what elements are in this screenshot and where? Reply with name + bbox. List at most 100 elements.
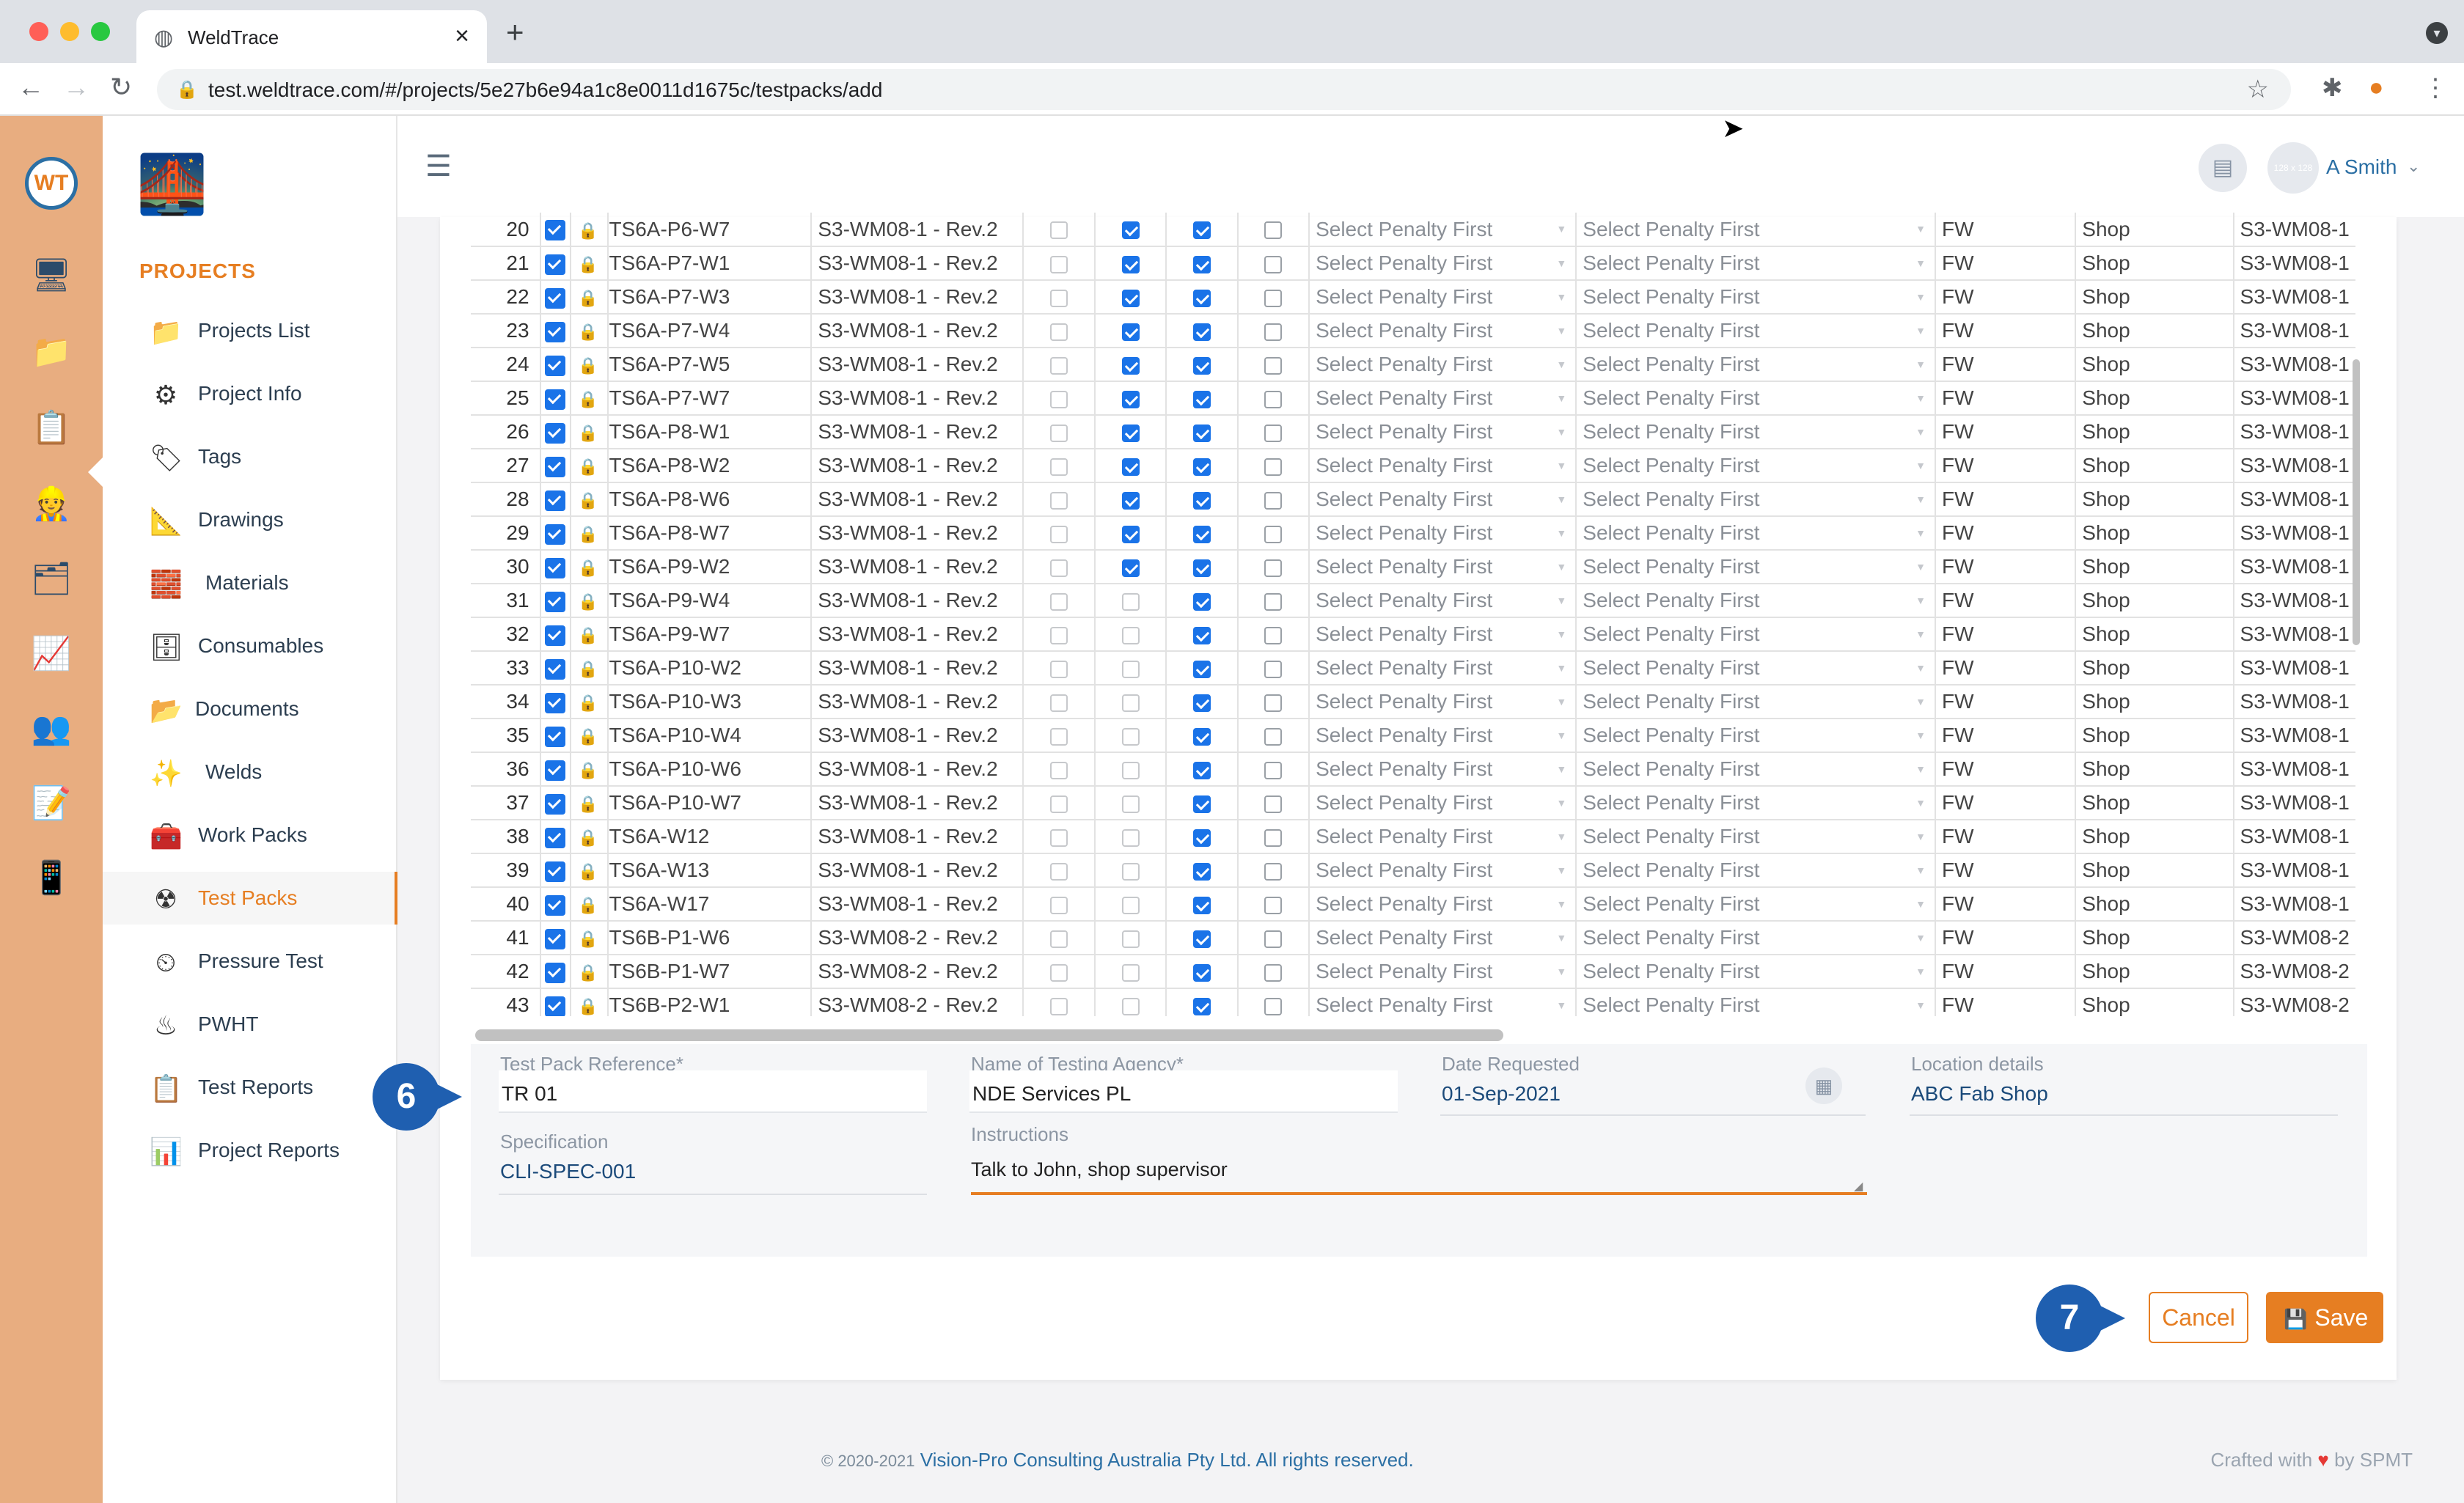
vertical-scrollbar[interactable] [2353,359,2360,645]
penalty-select-1[interactable]: Select Penalty First ▼ [1309,482,1577,517]
penalty-select-2[interactable]: Select Penalty First ▼ [1576,280,1936,315]
dashboard-icon[interactable]: 📈 [28,631,75,677]
instructions-textarea[interactable]: Talk to John, shop supervisor [971,1158,1228,1181]
sidebar-item-project-info[interactable]: ⚙ Project Info [103,367,397,420]
specification-value[interactable]: CLI-SPEC-001 [500,1160,636,1183]
option-3-checkbox[interactable] [1192,221,1211,240]
row-select-checkbox[interactable] [545,220,566,241]
penalty-select-1[interactable]: Select Penalty First ▼ [1309,213,1577,247]
back-icon[interactable]: ← [18,72,44,103]
table-row[interactable]: 41 🔒 TS6B-P1-W6 S3-WM08-2 - Rev.2 Select Pen… [471,921,2355,955]
forward-icon[interactable]: → [63,72,89,103]
row-select-checkbox[interactable] [545,962,566,983]
option-1-checkbox[interactable] [1050,626,1068,644]
clipboard-settings-icon[interactable]: 📋 [28,405,75,452]
option-4-checkbox[interactable] [1264,727,1283,746]
option-1-checkbox[interactable] [1050,828,1068,847]
close-window-button[interactable] [29,22,48,41]
row-select-checkbox[interactable] [545,658,566,680]
option-2-checkbox[interactable] [1121,694,1140,712]
penalty-select-2[interactable]: Select Penalty First ▼ [1576,550,1936,584]
option-3-checkbox[interactable] [1192,761,1211,779]
penalty-select-1[interactable]: Select Penalty First ▼ [1309,246,1577,281]
table-row[interactable]: 37 🔒 TS6A-P10-W7 S3-WM08-1 - Rev.2 Select Pe… [471,786,2355,820]
table-row[interactable]: 25 🔒 TS6A-P7-W7 S3-WM08-1 - Rev.2 Select Pen… [471,381,2355,416]
option-2-checkbox[interactable] [1121,289,1140,307]
option-2-checkbox[interactable] [1121,896,1140,914]
monitor-icon[interactable]: 🖥 [28,252,75,299]
option-1-checkbox[interactable] [1050,491,1068,510]
option-3-checkbox[interactable] [1192,559,1211,577]
penalty-select-2[interactable]: Select Penalty First ▼ [1576,921,1936,955]
option-4-checkbox[interactable] [1264,862,1283,881]
penalty-select-1[interactable]: Select Penalty First ▼ [1309,617,1577,652]
sidebar-item-pressure-test[interactable]: ⏲ Pressure Test [103,935,397,988]
penalty-select-1[interactable]: Select Penalty First ▼ [1309,415,1577,449]
option-4-checkbox[interactable] [1264,221,1283,240]
penalty-select-1[interactable]: Select Penalty First ▼ [1309,584,1577,618]
option-4-checkbox[interactable] [1264,761,1283,779]
penalty-select-2[interactable]: Select Penalty First ▼ [1576,213,1936,247]
table-row[interactable]: 24 🔒 TS6A-P7-W5 S3-WM08-1 - Rev.2 Select Pen… [471,348,2355,382]
sidebar-item-projects-list[interactable]: 📁 Projects List [103,304,397,357]
option-3-checkbox[interactable] [1192,694,1211,712]
option-2-checkbox[interactable] [1121,457,1140,476]
penalty-select-1[interactable]: Select Penalty First ▼ [1309,988,1577,1016]
row-select-checkbox[interactable] [545,861,566,882]
row-select-checkbox[interactable] [545,389,566,410]
option-1-checkbox[interactable] [1050,221,1068,240]
table-row[interactable]: 38 🔒 TS6A-W12 S3-WM08-1 - Rev.2 Select Penal… [471,820,2355,854]
table-row[interactable]: 40 🔒 TS6A-W17 S3-WM08-1 - Rev.2 Select Penal… [471,887,2355,922]
row-select-checkbox[interactable] [545,827,566,848]
calendar-icon[interactable]: ▦ [1805,1067,1842,1104]
penalty-select-2[interactable]: Select Penalty First ▼ [1576,651,1936,686]
option-3-checkbox[interactable] [1192,525,1211,543]
penalty-select-1[interactable]: Select Penalty First ▼ [1309,853,1577,888]
option-2-checkbox[interactable] [1121,660,1140,678]
row-select-checkbox[interactable] [545,287,566,309]
penalty-select-1[interactable]: Select Penalty First ▼ [1309,314,1577,348]
sidebar-item-documents[interactable]: 📂 Documents [103,683,397,735]
table-row[interactable]: 23 🔒 TS6A-P7-W4 S3-WM08-1 - Rev.2 Select Pen… [471,314,2355,348]
option-3-checkbox[interactable] [1192,660,1211,678]
maximize-window-button[interactable] [91,22,110,41]
sidebar-item-tags[interactable]: 🏷 Tags [103,430,397,483]
table-row[interactable]: 36 🔒 TS6A-P10-W6 S3-WM08-1 - Rev.2 Select Pe… [471,752,2355,787]
table-row[interactable]: 27 🔒 TS6A-P8-W2 S3-WM08-1 - Rev.2 Select Pen… [471,449,2355,483]
penalty-select-1[interactable]: Select Penalty First ▼ [1309,685,1577,719]
option-3-checkbox[interactable] [1192,795,1211,813]
option-1-checkbox[interactable] [1050,694,1068,712]
option-4-checkbox[interactable] [1264,997,1283,1015]
row-select-checkbox[interactable] [545,591,566,612]
org-chart-icon[interactable]: 🗂 [28,556,75,603]
sidebar-item-project-reports[interactable]: 📊 Project Reports [103,1124,397,1177]
table-row[interactable]: 26 🔒 TS6A-P8-W1 S3-WM08-1 - Rev.2 Select Pen… [471,415,2355,449]
option-3-checkbox[interactable] [1192,963,1211,982]
penalty-select-2[interactable]: Select Penalty First ▼ [1576,381,1936,416]
penalty-select-2[interactable]: Select Penalty First ▼ [1576,955,1936,989]
new-tab-icon[interactable]: + [506,15,524,50]
option-1-checkbox[interactable] [1050,390,1068,408]
row-select-checkbox[interactable] [545,456,566,477]
penalty-select-1[interactable]: Select Penalty First ▼ [1309,955,1577,989]
option-3-checkbox[interactable] [1192,828,1211,847]
hamburger-menu-icon[interactable]: ☰ [425,150,452,183]
row-select-checkbox[interactable] [545,355,566,376]
option-1-checkbox[interactable] [1050,963,1068,982]
penalty-select-1[interactable]: Select Penalty First ▼ [1309,719,1577,753]
penalty-select-1[interactable]: Select Penalty First ▼ [1309,752,1577,787]
option-2-checkbox[interactable] [1121,525,1140,543]
row-select-checkbox[interactable] [545,894,566,916]
option-1-checkbox[interactable] [1050,255,1068,273]
sidebar-item-materials[interactable]: 🧱 Materials [103,556,397,609]
option-2-checkbox[interactable] [1121,323,1140,341]
option-3-checkbox[interactable] [1192,491,1211,510]
row-select-checkbox[interactable] [545,726,566,747]
table-row[interactable]: 30 🔒 TS6A-P9-W2 S3-WM08-1 - Rev.2 Select Pen… [471,550,2355,584]
option-4-checkbox[interactable] [1264,930,1283,948]
row-select-checkbox[interactable] [545,321,566,342]
option-2-checkbox[interactable] [1121,491,1140,510]
penalty-select-2[interactable]: Select Penalty First ▼ [1576,314,1936,348]
team-icon[interactable]: 👥 [28,705,75,752]
penalty-select-1[interactable]: Select Penalty First ▼ [1309,280,1577,315]
